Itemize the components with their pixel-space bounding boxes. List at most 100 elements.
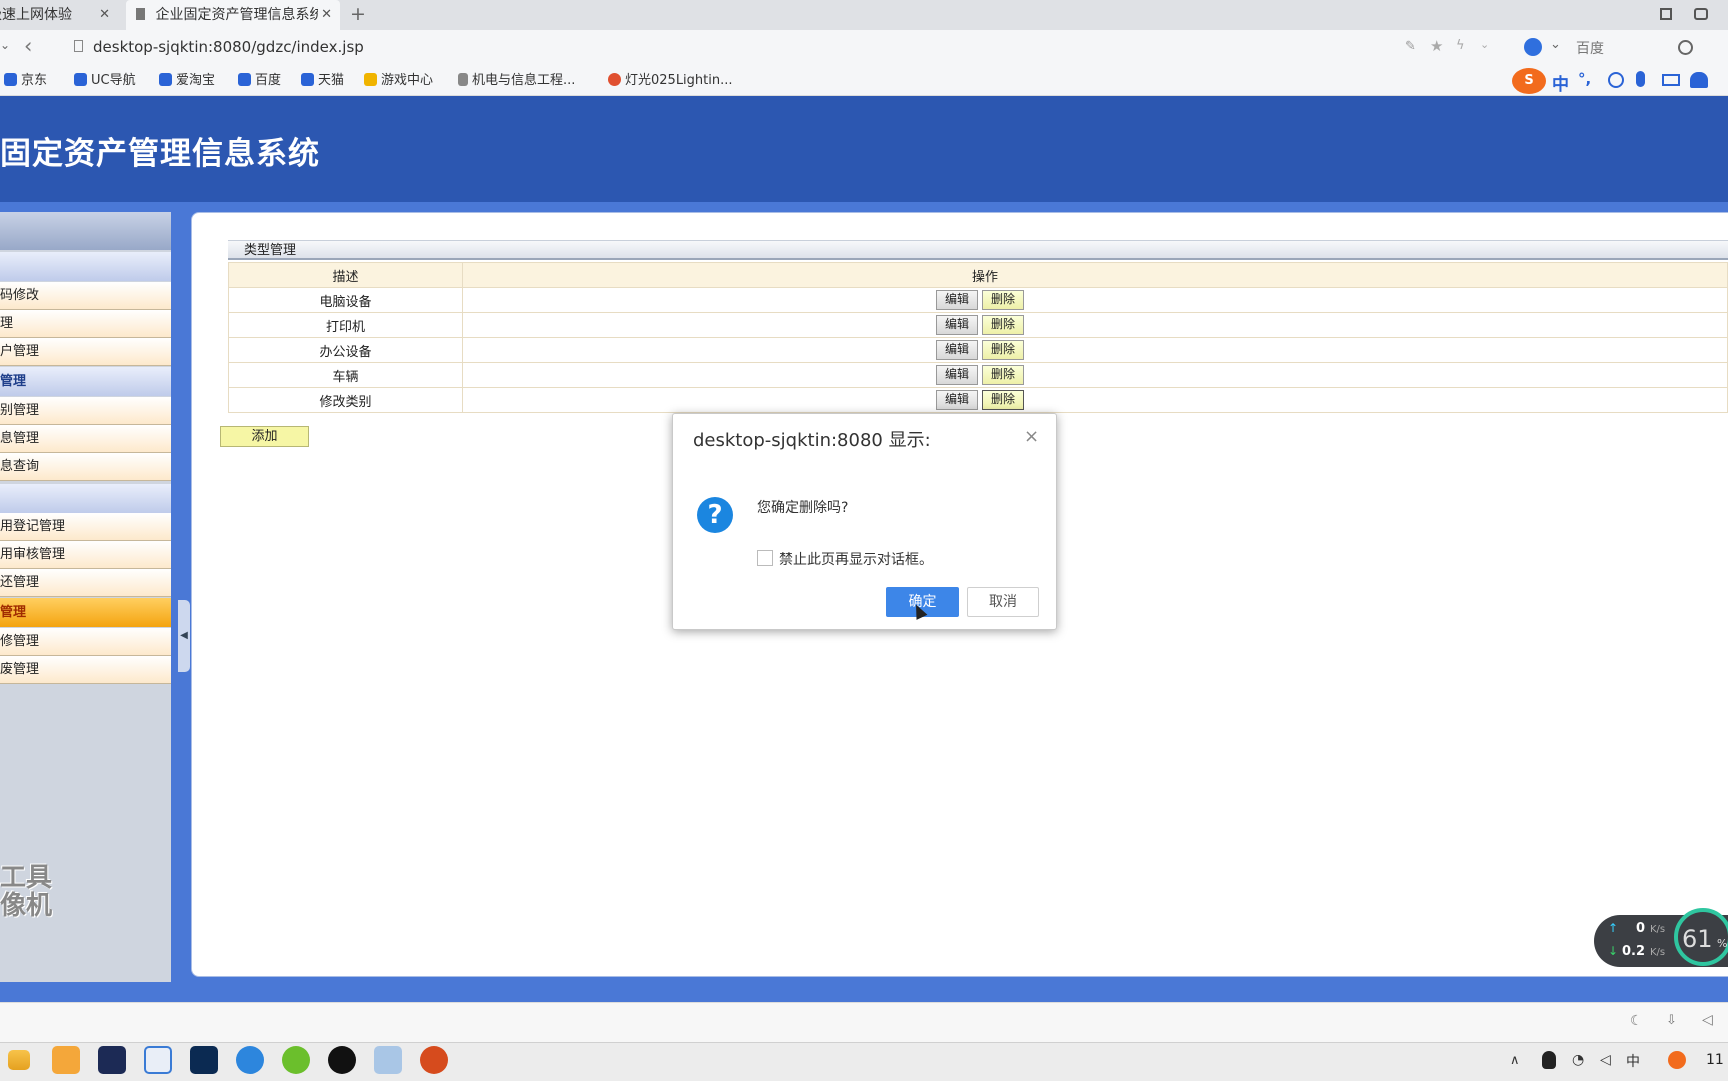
photoshop-icon[interactable] (190, 1046, 218, 1074)
sidebar-top-bar (0, 212, 171, 250)
bookmarks-bar: 京东 UC导航 爱淘宝 百度 天猫 游戏中心 机电与信息工程... 灯光025L… (0, 66, 1728, 96)
recorder-app-icon[interactable] (420, 1046, 448, 1074)
night-mode-icon[interactable]: ☾ (1630, 1013, 1643, 1029)
search-engine-label[interactable]: 百度 (1576, 38, 1604, 58)
sidebar-item-info[interactable]: 息管理 (0, 425, 171, 453)
tab-speed-browsing[interactable]: 极速上网体验 ✕ (0, 0, 118, 30)
window-app-icon[interactable] (374, 1046, 402, 1074)
back-icon[interactable]: ‹ (24, 34, 32, 58)
close-icon[interactable]: ✕ (318, 0, 332, 30)
delete-button[interactable]: 删除 (982, 390, 1024, 410)
file-explorer-icon[interactable] (8, 1050, 30, 1070)
game-icon (364, 73, 377, 86)
sidebar-item-category[interactable]: 别管理 (0, 397, 171, 425)
edit-button[interactable]: 编辑 (936, 340, 978, 360)
green-app-icon[interactable] (282, 1046, 310, 1074)
question-icon: ? (697, 497, 733, 533)
sidebar-item-return[interactable]: 还管理 (0, 569, 171, 597)
table-row: 车辆 编辑 删除 (228, 362, 1728, 388)
page-footer-band (0, 982, 1728, 1002)
sidebar-item-borrow-review[interactable]: 用审核管理 (0, 541, 171, 569)
memory-percent: 61 (1682, 925, 1713, 953)
delete-button[interactable]: 删除 (982, 340, 1024, 360)
edit-button[interactable]: 编辑 (936, 315, 978, 335)
sidebar-item-scrap[interactable]: 废管理 (0, 656, 171, 684)
uc-browser-icon[interactable] (52, 1046, 80, 1074)
chevron-down-icon[interactable]: ⌄ (0, 38, 10, 52)
delete-button[interactable]: 删除 (982, 290, 1024, 310)
ime-mode[interactable]: 中 (1552, 70, 1569, 95)
table-row: 打印机 编辑 删除 (228, 312, 1728, 338)
sidebar-item-manage[interactable]: 理 (0, 310, 171, 338)
dark-app-icon[interactable] (328, 1046, 356, 1074)
chevron-down-icon[interactable]: ⌄ (1480, 38, 1489, 51)
memory-percent-suffix: % (1717, 937, 1728, 950)
ime-punct[interactable]: °, (1578, 70, 1591, 88)
qq-icon[interactable] (1542, 1051, 1556, 1069)
bookmark-lighting[interactable]: 灯光025Lightin... (608, 71, 733, 91)
url-field[interactable]: desktop-sjqktin:8080/gdzc/index.jsp (93, 38, 364, 56)
emoji-icon[interactable] (1608, 72, 1624, 88)
sogou-tray-icon[interactable] (1668, 1051, 1686, 1069)
wifi-icon[interactable]: ◔ (1572, 1052, 1584, 1068)
sidebar-group-3[interactable] (0, 484, 171, 513)
shirt-icon[interactable] (1694, 8, 1708, 20)
close-icon[interactable]: ✕ (99, 0, 110, 30)
lightning-icon[interactable]: ϟ (1456, 38, 1465, 53)
tile-icon[interactable] (1660, 8, 1672, 20)
edit-button[interactable]: 编辑 (936, 290, 978, 310)
bookmark-games[interactable]: 游戏中心 (364, 71, 433, 91)
tab-label: 企业固定资产管理信息系统 (155, 7, 324, 23)
ime-tray-icon[interactable]: 中 (1626, 1051, 1640, 1071)
delete-button[interactable]: 删除 (982, 365, 1024, 385)
microphone-icon[interactable] (1636, 71, 1645, 87)
column-header-actions: 操作 (462, 262, 1728, 288)
sidebar-item-repair[interactable]: 修管理 (0, 628, 171, 656)
chevron-down-icon[interactable]: ⌄ (1550, 37, 1561, 52)
star-icon[interactable]: ★ (1430, 37, 1443, 55)
sidebar-item-query[interactable]: 息查询 (0, 453, 171, 481)
pin-icon[interactable]: ✎ (1405, 39, 1416, 54)
edit-button[interactable]: 编辑 (936, 390, 978, 410)
add-button[interactable]: 添加 (220, 426, 309, 447)
bookmark-icon (159, 73, 172, 86)
bookmark-baidu[interactable]: 百度 (238, 71, 281, 91)
tray-chevron-icon[interactable]: ∧ (1510, 1053, 1520, 1068)
network-app-icon[interactable] (144, 1046, 172, 1074)
sogou-ime-icon[interactable]: S (1512, 68, 1546, 94)
delete-button[interactable]: 删除 (982, 315, 1024, 335)
confirm-dialog: desktop-sjqktin:8080 显示: × ? 您确定删除吗? 禁止此… (672, 413, 1057, 630)
sidebar-group-1[interactable] (0, 252, 171, 281)
search-icon[interactable] (1678, 40, 1693, 55)
sidebar-group-4[interactable]: 管理 (0, 598, 171, 627)
baidu-paw-icon[interactable] (1524, 38, 1542, 56)
teamviewer-icon[interactable] (236, 1046, 264, 1074)
edit-button[interactable]: 编辑 (936, 365, 978, 385)
speaker-icon[interactable]: ◁ (1600, 1052, 1611, 1068)
user-icon[interactable] (1690, 72, 1708, 88)
suppress-dialog-checkbox[interactable] (757, 550, 773, 566)
browser-status-bar: ☾ ⇩ ◁ (0, 1002, 1728, 1043)
tab-asset-system[interactable]: 企业固定资产管理信息系统 ✕ (126, 0, 340, 30)
keyboard-icon[interactable] (1662, 74, 1680, 86)
bookmark-uc[interactable]: UC导航 (74, 71, 136, 91)
download-icon[interactable]: ⇩ (1666, 1013, 1677, 1028)
network-speed-widget[interactable]: ↑ 0 K/s ↓ 0.2 K/s 61 % (1594, 908, 1728, 967)
new-tab-button[interactable]: + (350, 3, 366, 25)
sidebar-item-borrow-register[interactable]: 用登记管理 (0, 513, 171, 541)
bookmark-jd[interactable]: 京东 (0, 71, 47, 91)
suppress-dialog-label[interactable]: 禁止此页再显示对话框。 (779, 549, 933, 569)
sidebar-item-users[interactable]: 户管理 (0, 338, 171, 366)
sidebar-group-2[interactable]: 管理 (0, 367, 171, 396)
scrivener-icon[interactable] (98, 1046, 126, 1074)
bookmark-tmall[interactable]: 天猫 (301, 71, 344, 91)
table-row: 电脑设备 编辑 删除 (228, 287, 1728, 313)
bookmark-jidian[interactable]: 机电与信息工程... (458, 71, 575, 91)
sidebar-collapse-handle[interactable]: ◀ (178, 600, 190, 672)
bookmark-aitaobao[interactable]: 爱淘宝 (159, 71, 215, 91)
sidebar-item-password[interactable]: 码修改 (0, 282, 171, 310)
cancel-button[interactable]: 取消 (967, 587, 1039, 617)
close-icon[interactable]: × (1024, 426, 1039, 447)
bookmark-icon (238, 73, 251, 86)
volume-icon[interactable]: ◁ (1702, 1012, 1713, 1028)
